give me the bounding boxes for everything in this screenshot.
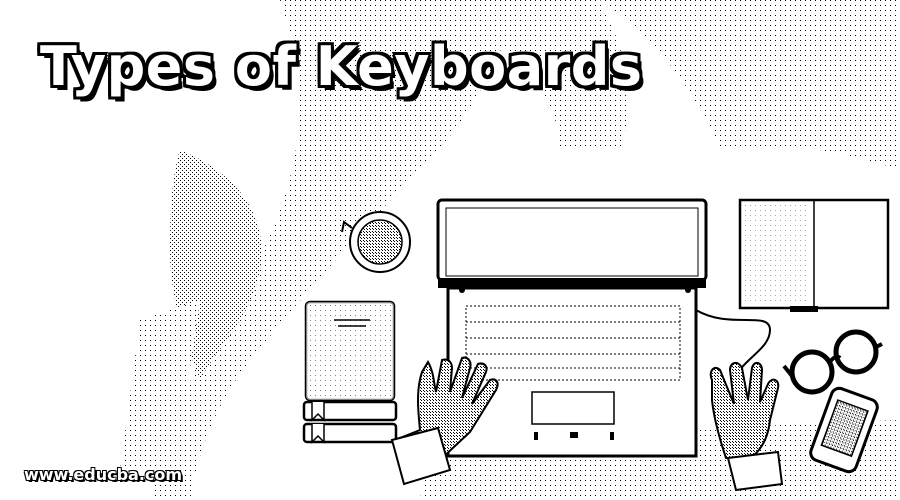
page-title: Types of Keyboards: [40, 35, 643, 98]
book-stack-icon: [302, 300, 398, 444]
open-book-icon: [738, 198, 890, 312]
website-watermark: www.educba.com: [24, 465, 183, 484]
banner-canvas: Types of Keyboards www.educba.com: [0, 0, 900, 500]
glasses-icon: [782, 329, 883, 395]
